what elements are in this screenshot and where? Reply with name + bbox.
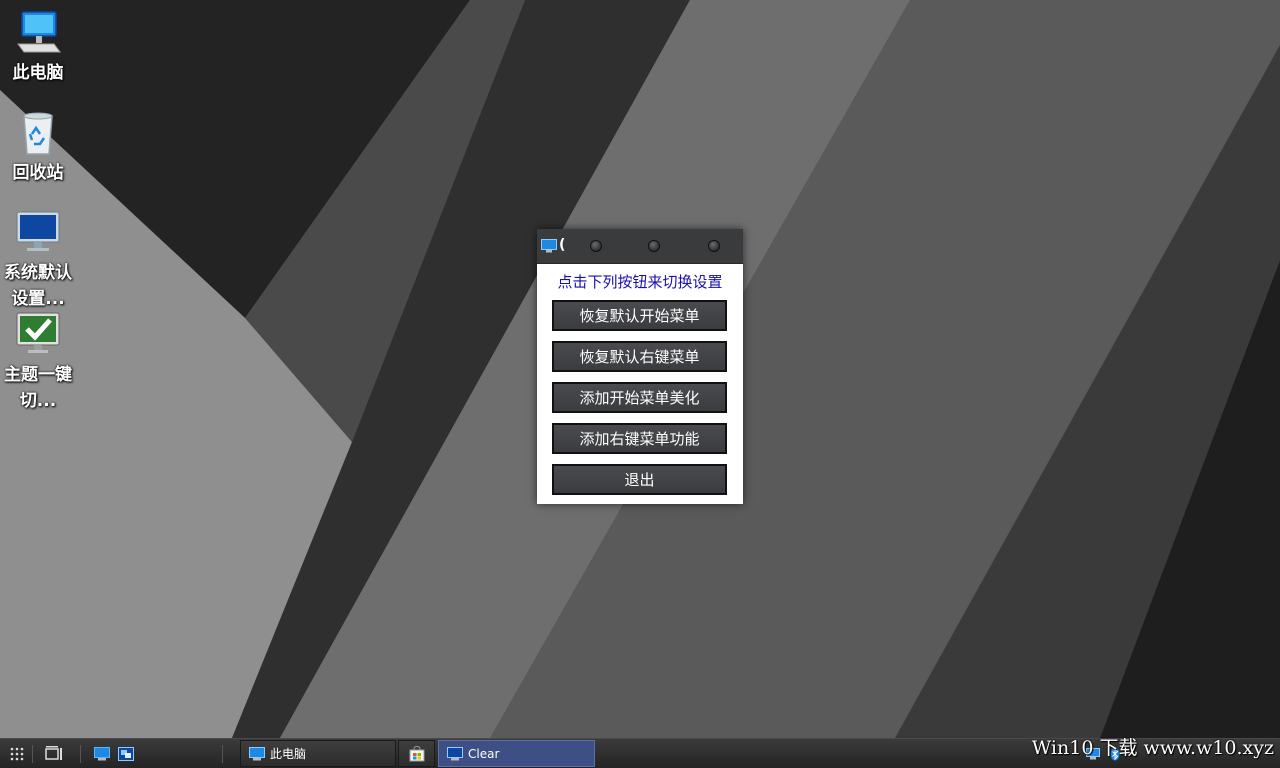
computer-icon — [249, 746, 265, 760]
task-button-store[interactable] — [398, 740, 435, 767]
task-button-this-pc[interactable]: 此电脑 — [240, 740, 396, 767]
restore-default-start-menu-button[interactable]: 恢复默认开始菜单 — [552, 300, 727, 331]
watermark-text: Win10 下载 www.w10.xyz — [1031, 737, 1274, 759]
quick-launch-windows[interactable] — [118, 739, 134, 768]
desktop-icon-recycle-bin[interactable]: 回收站 — [0, 108, 76, 186]
task-view-icon — [45, 745, 62, 760]
desktop-icon-label: 主题一键切... — [4, 365, 72, 411]
taskbar-separator — [80, 745, 81, 763]
exit-button[interactable]: 退出 — [552, 464, 727, 495]
show-desktop-icon — [94, 746, 110, 760]
desktop-icon-this-pc[interactable]: 此电脑 — [0, 8, 76, 86]
maximize-button[interactable] — [648, 240, 660, 252]
restore-default-context-menu-button[interactable]: 恢复默认右键菜单 — [552, 341, 727, 372]
monitor-icon — [447, 746, 463, 760]
dialog-button-list: 恢复默认开始菜单 恢复默认右键菜单 添加开始菜单美化 添加右键菜单功能 退出 — [537, 300, 743, 495]
monitor-icon — [16, 211, 60, 251]
grid-icon — [10, 747, 24, 760]
checkmark-monitor-icon — [16, 312, 60, 353]
desktop-icon-label: 系统默认设置... — [4, 263, 72, 309]
minimize-button[interactable] — [590, 240, 602, 252]
store-bag-icon — [409, 745, 424, 761]
desktop-icon-label: 回收站 — [12, 163, 64, 183]
close-button[interactable] — [708, 240, 720, 252]
app-monitor-icon — [541, 239, 557, 253]
quick-launch-desktop[interactable] — [94, 739, 110, 768]
dialog-title: ( — [559, 237, 566, 253]
task-button-label: Clear — [468, 746, 500, 761]
task-view-button[interactable] — [45, 739, 63, 768]
add-start-menu-beautify-button[interactable]: 添加开始菜单美化 — [552, 382, 727, 413]
add-context-menu-features-button[interactable]: 添加右键菜单功能 — [552, 423, 727, 454]
desktop-icon-label: 此电脑 — [12, 63, 64, 83]
dialog-heading: 点击下列按钮来切换设置 — [557, 273, 723, 291]
desktop-icon-theme-switch[interactable]: 主题一键切... — [0, 310, 76, 414]
dialog-titlebar[interactable]: ( — [537, 229, 743, 264]
taskbar-separator — [222, 745, 223, 763]
task-button-label: 此电脑 — [270, 747, 307, 761]
computer-icon — [17, 11, 61, 53]
task-button-clear[interactable]: Clear — [438, 740, 595, 767]
desktop-icon-system-default[interactable]: 系统默认设置... — [0, 208, 76, 312]
settings-dialog: ( 点击下列按钮来切换设置 恢复默认开始菜单 恢复默认右键菜单 添加开始菜单美化… — [537, 229, 743, 504]
taskbar-separator — [32, 745, 33, 763]
recycle-bin-icon — [23, 112, 53, 155]
switch-windows-icon — [118, 746, 134, 761]
start-button[interactable] — [10, 739, 24, 768]
